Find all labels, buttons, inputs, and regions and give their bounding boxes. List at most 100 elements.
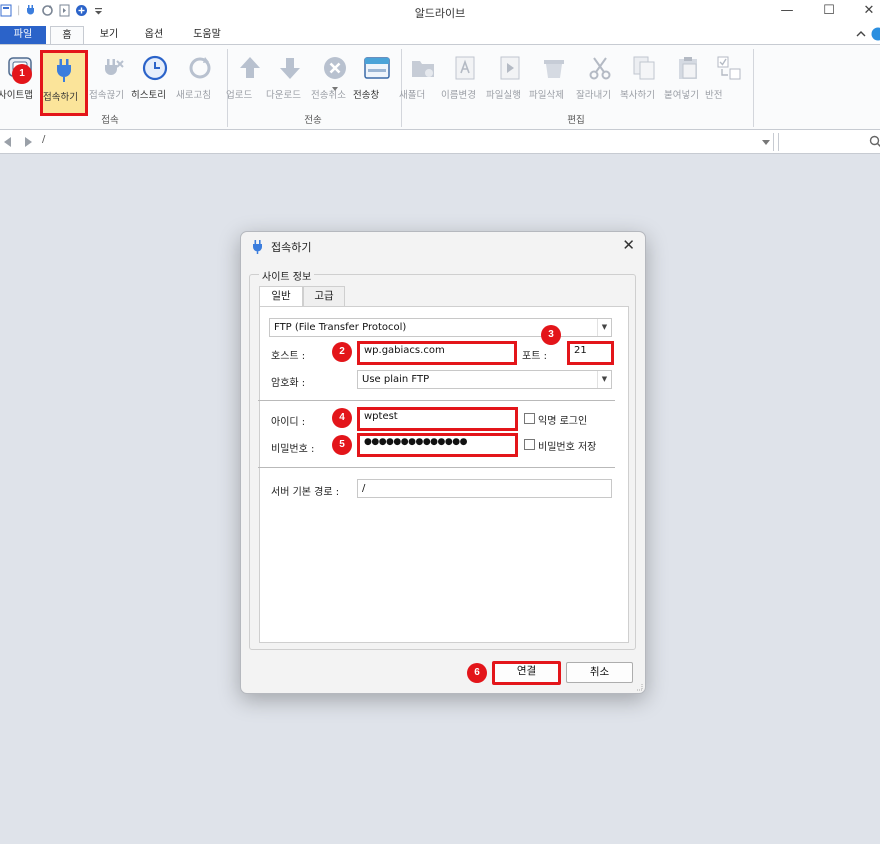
resize-grip-icon[interactable] — [634, 682, 643, 691]
unplug-icon — [105, 59, 124, 75]
encryption-select[interactable]: Use plain FTP ▼ — [357, 370, 612, 389]
plug-icon — [253, 240, 262, 254]
rename-label: 이름변경 — [441, 90, 476, 101]
connect-button[interactable]: 연결 — [492, 661, 561, 685]
anonymous-login-checkbox[interactable] — [524, 413, 535, 424]
encryption-value: Use plain FTP — [362, 374, 430, 385]
search-icon[interactable] — [869, 135, 880, 148]
invert-selection-button[interactable]: 반전 — [705, 51, 753, 113]
tab-general[interactable]: 일반 — [259, 286, 303, 307]
new-folder-icon — [412, 61, 434, 77]
port-label: 포트 : — [522, 351, 547, 362]
menu-tab-view[interactable]: 보기 — [92, 26, 126, 44]
menu-tab-help[interactable]: 도움말 — [184, 26, 230, 44]
address-path: / — [42, 134, 46, 145]
history-button[interactable]: 히스토리 — [131, 51, 179, 113]
base-path-label: 서버 기본 경로 : — [271, 487, 340, 498]
disconnect-button[interactable]: 접속끊기 — [89, 51, 137, 113]
address-bar: / — [0, 130, 880, 154]
download-label: 다운로드 — [266, 90, 301, 101]
close-window-button[interactable]: ✕ — [846, 0, 880, 24]
connect-ribbon-button[interactable]: 접속하기 — [40, 50, 88, 116]
step-badge-6: 6 — [467, 663, 487, 683]
address-dropdown-icon[interactable] — [762, 140, 770, 145]
sitemap-label: 사이트맵 — [0, 90, 33, 101]
id-label: 아이디 : — [271, 417, 306, 428]
cut-button[interactable]: 잘라내기 — [576, 51, 624, 113]
copy-label: 복사하기 — [620, 90, 655, 101]
step-badge-1: 1 — [12, 64, 32, 84]
base-path-input[interactable]: / — [357, 479, 612, 498]
back-arrow-icon[interactable] — [4, 137, 12, 147]
group-label-edit: 편집 — [567, 115, 585, 126]
refresh-label: 새로고침 — [176, 90, 211, 101]
dialog-close-button[interactable]: ✕ — [622, 236, 635, 254]
minimize-button[interactable]: — — [764, 0, 810, 24]
connect-dialog: 접속하기 ✕ 사이트 정보 고급 일반 — [240, 231, 646, 694]
cancel-button[interactable]: 취소 — [566, 662, 633, 683]
transfer-window-button[interactable]: 전송창 — [353, 51, 401, 113]
dropdown-arrow-icon: ▼ — [597, 319, 611, 336]
menu-tab-file[interactable]: 파일 — [0, 26, 46, 44]
rename-icon — [455, 56, 475, 80]
cancel-icon — [324, 57, 346, 79]
dropdown-arrow-icon: ▼ — [597, 371, 611, 388]
search-input[interactable] — [778, 133, 880, 151]
transfer-window-label: 전송창 — [353, 90, 380, 101]
divider — [258, 467, 615, 468]
password-label: 비밀번호 : — [271, 444, 315, 455]
group-label-transfer: 전송 — [304, 115, 322, 126]
copy-button[interactable]: 복사하기 — [620, 51, 668, 113]
help-icon[interactable] — [871, 27, 880, 41]
forward-arrow-icon[interactable] — [24, 137, 32, 147]
delete-file-label: 파일삭제 — [529, 90, 564, 101]
cut-label: 잘라내기 — [576, 90, 611, 101]
paste-label: 붙여넣기 — [664, 90, 699, 101]
invert-icon — [717, 56, 741, 80]
connect-ribbon-label: 접속하기 — [43, 92, 78, 103]
run-file-icon — [500, 56, 520, 80]
menu-bar: 파일 홈 보기 옵션 도움말 — [0, 24, 880, 44]
refresh-icon — [189, 57, 211, 79]
new-folder-label: 새폴더 — [399, 90, 426, 101]
delete-file-button[interactable]: 파일삭제 — [529, 51, 579, 113]
delete-icon — [544, 60, 564, 78]
address-input[interactable] — [40, 133, 774, 151]
upload-icon — [240, 57, 260, 78]
ribbon: 사이트맵 접속하기 접속끊기 히스토리 새로고침 접속 업로드 다운로드 전송취… — [0, 44, 880, 130]
port-input[interactable]: 21 — [567, 341, 614, 365]
rename-button[interactable]: 이름변경 — [441, 51, 489, 113]
clock-icon — [142, 55, 168, 81]
id-input[interactable]: wptest — [357, 407, 518, 431]
protocol-value: FTP (File Transfer Protocol) — [274, 322, 407, 333]
step-badge-2: 2 — [332, 342, 352, 362]
window-title: 알드라이브 — [414, 7, 466, 20]
menu-tab-home[interactable]: 홈 — [50, 26, 84, 44]
host-input[interactable]: wp.gabiacs.com — [357, 341, 517, 365]
cancel-transfer-button[interactable]: 전송취소 — [311, 51, 359, 113]
step-badge-4: 4 — [332, 408, 352, 428]
ribbon-separator — [753, 49, 754, 127]
new-folder-button[interactable]: 새폴더 — [399, 51, 447, 113]
encryption-label: 암호화 : — [271, 378, 306, 389]
copy-icon — [633, 56, 655, 80]
plug-icon — [57, 59, 71, 82]
download-button[interactable]: 다운로드 — [266, 51, 314, 113]
divider — [258, 400, 615, 401]
step-badge-3: 3 — [541, 325, 561, 345]
tab-advanced[interactable]: 고급 — [303, 286, 345, 306]
run-file-button[interactable]: 파일실행 — [486, 51, 534, 113]
dialog-title: 접속하기 — [271, 241, 312, 254]
menu-tab-options[interactable]: 옵션 — [136, 26, 172, 44]
paste-icon — [679, 57, 697, 79]
disconnect-label: 접속끊기 — [89, 90, 124, 101]
invert-selection-label: 반전 — [705, 90, 723, 101]
password-input[interactable]: ●●●●●●●●●●●●●● — [357, 433, 518, 457]
collapse-ribbon-icon[interactable] — [856, 29, 866, 39]
host-label: 호스트 : — [271, 351, 306, 362]
save-password-checkbox[interactable] — [524, 439, 535, 450]
refresh-button[interactable]: 새로고침 — [176, 51, 224, 113]
history-label: 히스토리 — [131, 90, 166, 101]
step-badge-5: 5 — [332, 435, 352, 455]
scissors-icon — [589, 57, 611, 80]
